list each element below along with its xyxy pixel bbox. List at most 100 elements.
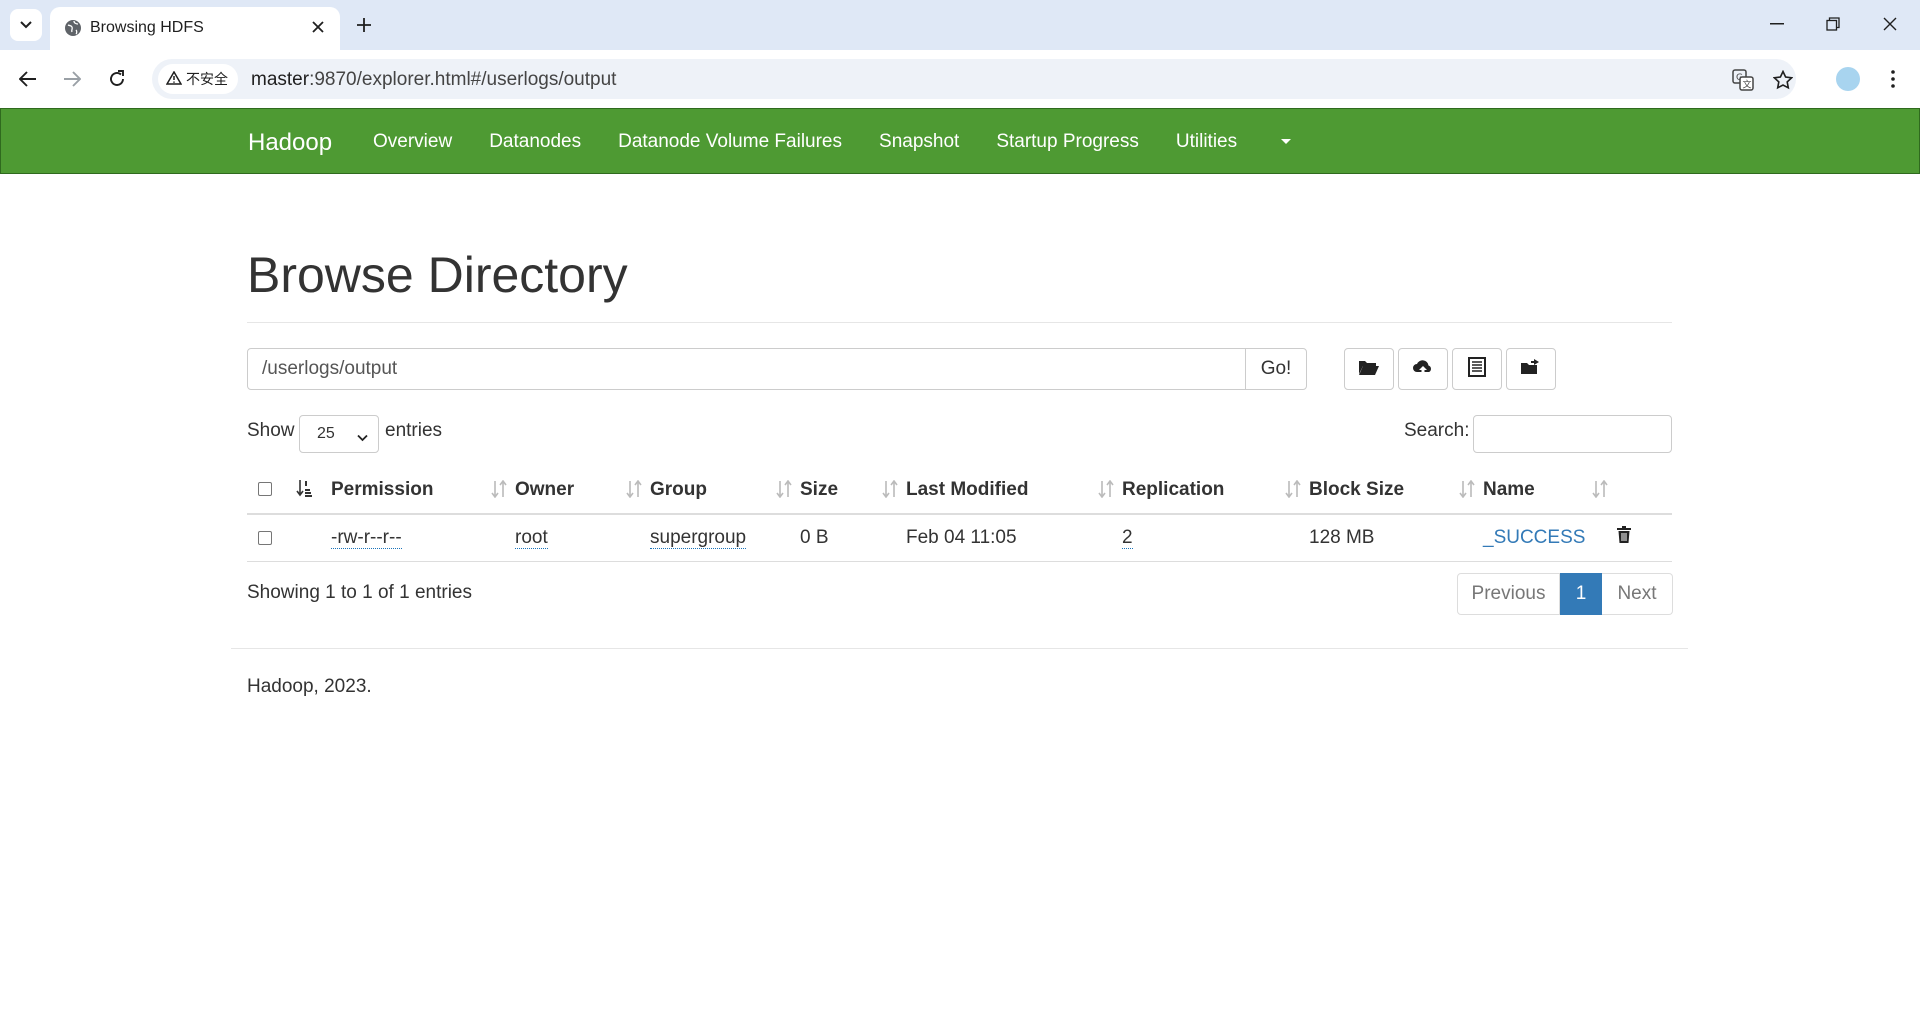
forward-arrow-icon[interactable] [56,63,88,95]
move-files-button[interactable] [1506,348,1556,390]
address-bar[interactable]: 不安全 master:9870/explorer.html#/userlogs/… [152,59,1796,99]
caret-down-icon [1281,139,1292,145]
nav-utilities-dropdown[interactable]: Utilities [1175,131,1292,153]
size-cell: 0 B [800,526,829,548]
owner-header-label: Owner [515,478,575,500]
restore-window-icon[interactable] [1810,8,1856,40]
upload-files-button[interactable] [1398,348,1448,390]
search-label: Search: [1404,420,1470,441]
block-size-cell: 128 MB [1309,526,1375,548]
pagination-previous[interactable]: Previous [1457,573,1560,615]
sort-both-icon [1592,479,1608,504]
nav-utilities-label: Utilities [1175,131,1238,152]
row-select-checkbox[interactable] [258,530,272,545]
column-header-size[interactable]: Size [800,466,906,515]
file-table: Permission Owner Group Size Last Modifie… [247,466,1672,562]
entries-per-page-select[interactable]: 25 [299,415,379,453]
new-tab-plus-icon[interactable] [350,11,378,39]
show-label: Show [247,420,295,441]
column-header-owner[interactable]: Owner [515,466,650,515]
globe-icon [64,19,82,42]
column-header-block-size[interactable]: Block Size [1309,466,1483,515]
reload-icon[interactable] [101,63,133,95]
close-window-icon[interactable] [1867,8,1913,40]
warning-triangle-icon [165,70,183,88]
table-header-row: Permission Owner Group Size Last Modifie… [247,466,1672,515]
replication-header-label: Replication [1122,478,1225,500]
footer-divider [231,648,1688,649]
cloud-upload-icon [1412,358,1434,381]
footer-text: Hadoop, 2023. [247,676,372,697]
url-text[interactable]: master:9870/explorer.html#/userlogs/outp… [251,69,616,91]
svg-text:文: 文 [1743,79,1752,91]
back-arrow-icon[interactable] [12,63,44,95]
block-size-header-label: Block Size [1309,478,1405,500]
trash-icon[interactable] [1616,526,1632,549]
security-chip[interactable]: 不安全 [158,64,238,94]
profile-avatar[interactable] [1836,67,1860,91]
last-modified-cell: Feb 04 11:05 [906,526,1017,548]
sort-both-icon [1459,479,1475,504]
nav-startup-progress[interactable]: Startup Progress [996,131,1139,153]
sort-column-header[interactable] [288,466,331,515]
browser-tab[interactable]: Browsing HDFS [50,7,340,50]
pagination-next[interactable]: Next [1602,573,1673,615]
browser-tabstrip: Browsing HDFS [0,0,1920,50]
sort-both-icon [1285,479,1301,504]
folder-transfer-icon [1520,358,1542,381]
title-divider [247,322,1672,323]
sort-both-icon [1098,479,1114,504]
create-directory-button[interactable] [1344,348,1394,390]
column-header-last-modified[interactable]: Last Modified [906,466,1122,515]
column-header-name[interactable]: Name [1483,466,1616,515]
nav-snapshot[interactable]: Snapshot [879,131,959,153]
close-tab-icon[interactable] [308,17,328,37]
url-host: master [251,69,310,90]
last-modified-header-label: Last Modified [906,478,1029,500]
pagination-page-1[interactable]: 1 [1560,573,1602,615]
minimize-window-icon[interactable] [1754,8,1800,40]
translate-icon[interactable]: G文 [1730,67,1756,93]
nav-overview[interactable]: Overview [373,131,452,153]
sort-both-icon [491,479,507,504]
bookmark-star-icon[interactable] [1770,67,1796,93]
name-header-label: Name [1483,478,1535,500]
column-header-permission[interactable]: Permission [331,466,515,515]
go-button[interactable]: Go! [1245,348,1307,390]
group-cell[interactable]: supergroup [650,526,747,549]
select-all-checkbox[interactable] [258,482,272,497]
hadoop-navbar: Hadoop Overview Datanodes Datanode Volum… [0,108,1920,174]
cut-paste-button[interactable] [1452,348,1502,390]
nav-datanode-volume-failures[interactable]: Datanode Volume Failures [618,131,842,153]
replication-cell[interactable]: 2 [1122,526,1133,549]
folder-open-icon [1358,358,1380,381]
sort-both-icon [776,479,792,504]
owner-cell[interactable]: root [515,526,548,549]
list-alt-icon [1468,356,1486,382]
file-name-link[interactable]: _SUCCESS [1483,527,1585,548]
sort-numeric-asc-icon [295,478,313,504]
permission-cell[interactable]: -rw-r--r-- [331,526,402,549]
url-path: :9870/explorer.html#/userlogs/output [309,69,617,90]
tab-search-chevron-icon[interactable] [10,9,42,41]
search-input[interactable] [1473,415,1672,453]
column-header-replication[interactable]: Replication [1122,466,1309,515]
security-label: 不安全 [186,71,228,87]
navbar-links: Overview Datanodes Datanode Volume Failu… [373,131,1328,153]
sort-both-icon [882,479,898,504]
browser-toolbar: 不安全 master:9870/explorer.html#/userlogs/… [0,50,1920,108]
group-header-label: Group [650,478,707,500]
entries-per-page-value: 25 [317,425,335,442]
page-title: Browse Directory [247,247,628,303]
table-row: -rw-r--r-- root supergroup 0 B Feb 04 11… [247,514,1672,562]
nav-datanodes[interactable]: Datanodes [489,131,581,153]
pagination: Previous 1 Next [1457,573,1673,615]
navbar-brand[interactable]: Hadoop [248,129,332,157]
browser-menu-kebab-icon[interactable] [1880,66,1906,92]
directory-path-input[interactable] [247,348,1246,390]
table-info-text: Showing 1 to 1 of 1 entries [247,582,472,603]
column-header-group[interactable]: Group [650,466,800,515]
permission-header-label: Permission [331,478,434,500]
column-header-actions [1616,466,1672,515]
sort-both-icon [626,479,642,504]
